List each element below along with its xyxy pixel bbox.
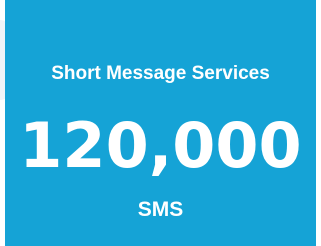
- page: Short Message Services 120,000 SMS: [0, 0, 321, 246]
- card-unit: SMS: [137, 198, 184, 221]
- card-title: Short Message Services: [51, 63, 270, 84]
- card-value: 120,000: [19, 109, 302, 182]
- stat-card: Short Message Services 120,000 SMS: [5, 0, 316, 246]
